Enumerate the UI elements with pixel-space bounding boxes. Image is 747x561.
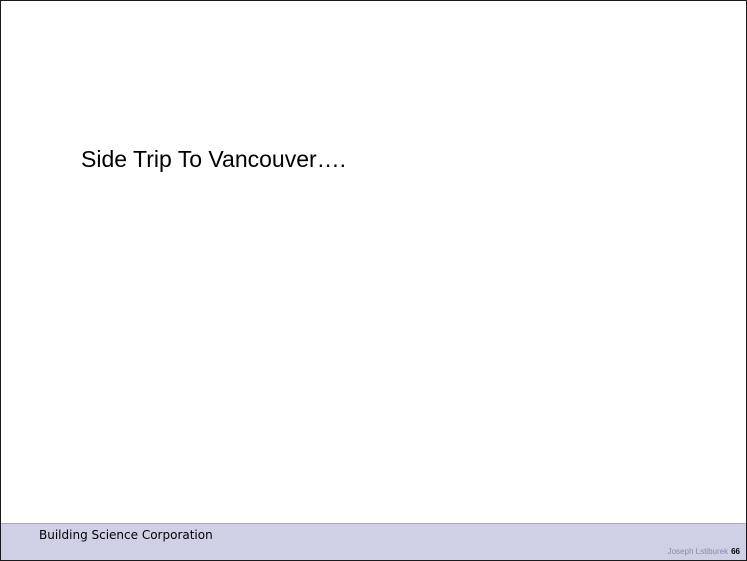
footer-organization: Building Science Corporation bbox=[39, 528, 213, 542]
slide-title: Side Trip To Vancouver…. bbox=[81, 146, 347, 172]
footer-author: Joseph Lstiburek bbox=[667, 547, 729, 556]
footer-credit: Joseph Lstiburek 66 bbox=[668, 547, 740, 556]
footer-bar: Building Science Corporation Joseph Lsti… bbox=[1, 523, 746, 560]
page-number: 66 bbox=[731, 547, 740, 556]
slide: Side Trip To Vancouver…. Building Scienc… bbox=[0, 0, 747, 561]
